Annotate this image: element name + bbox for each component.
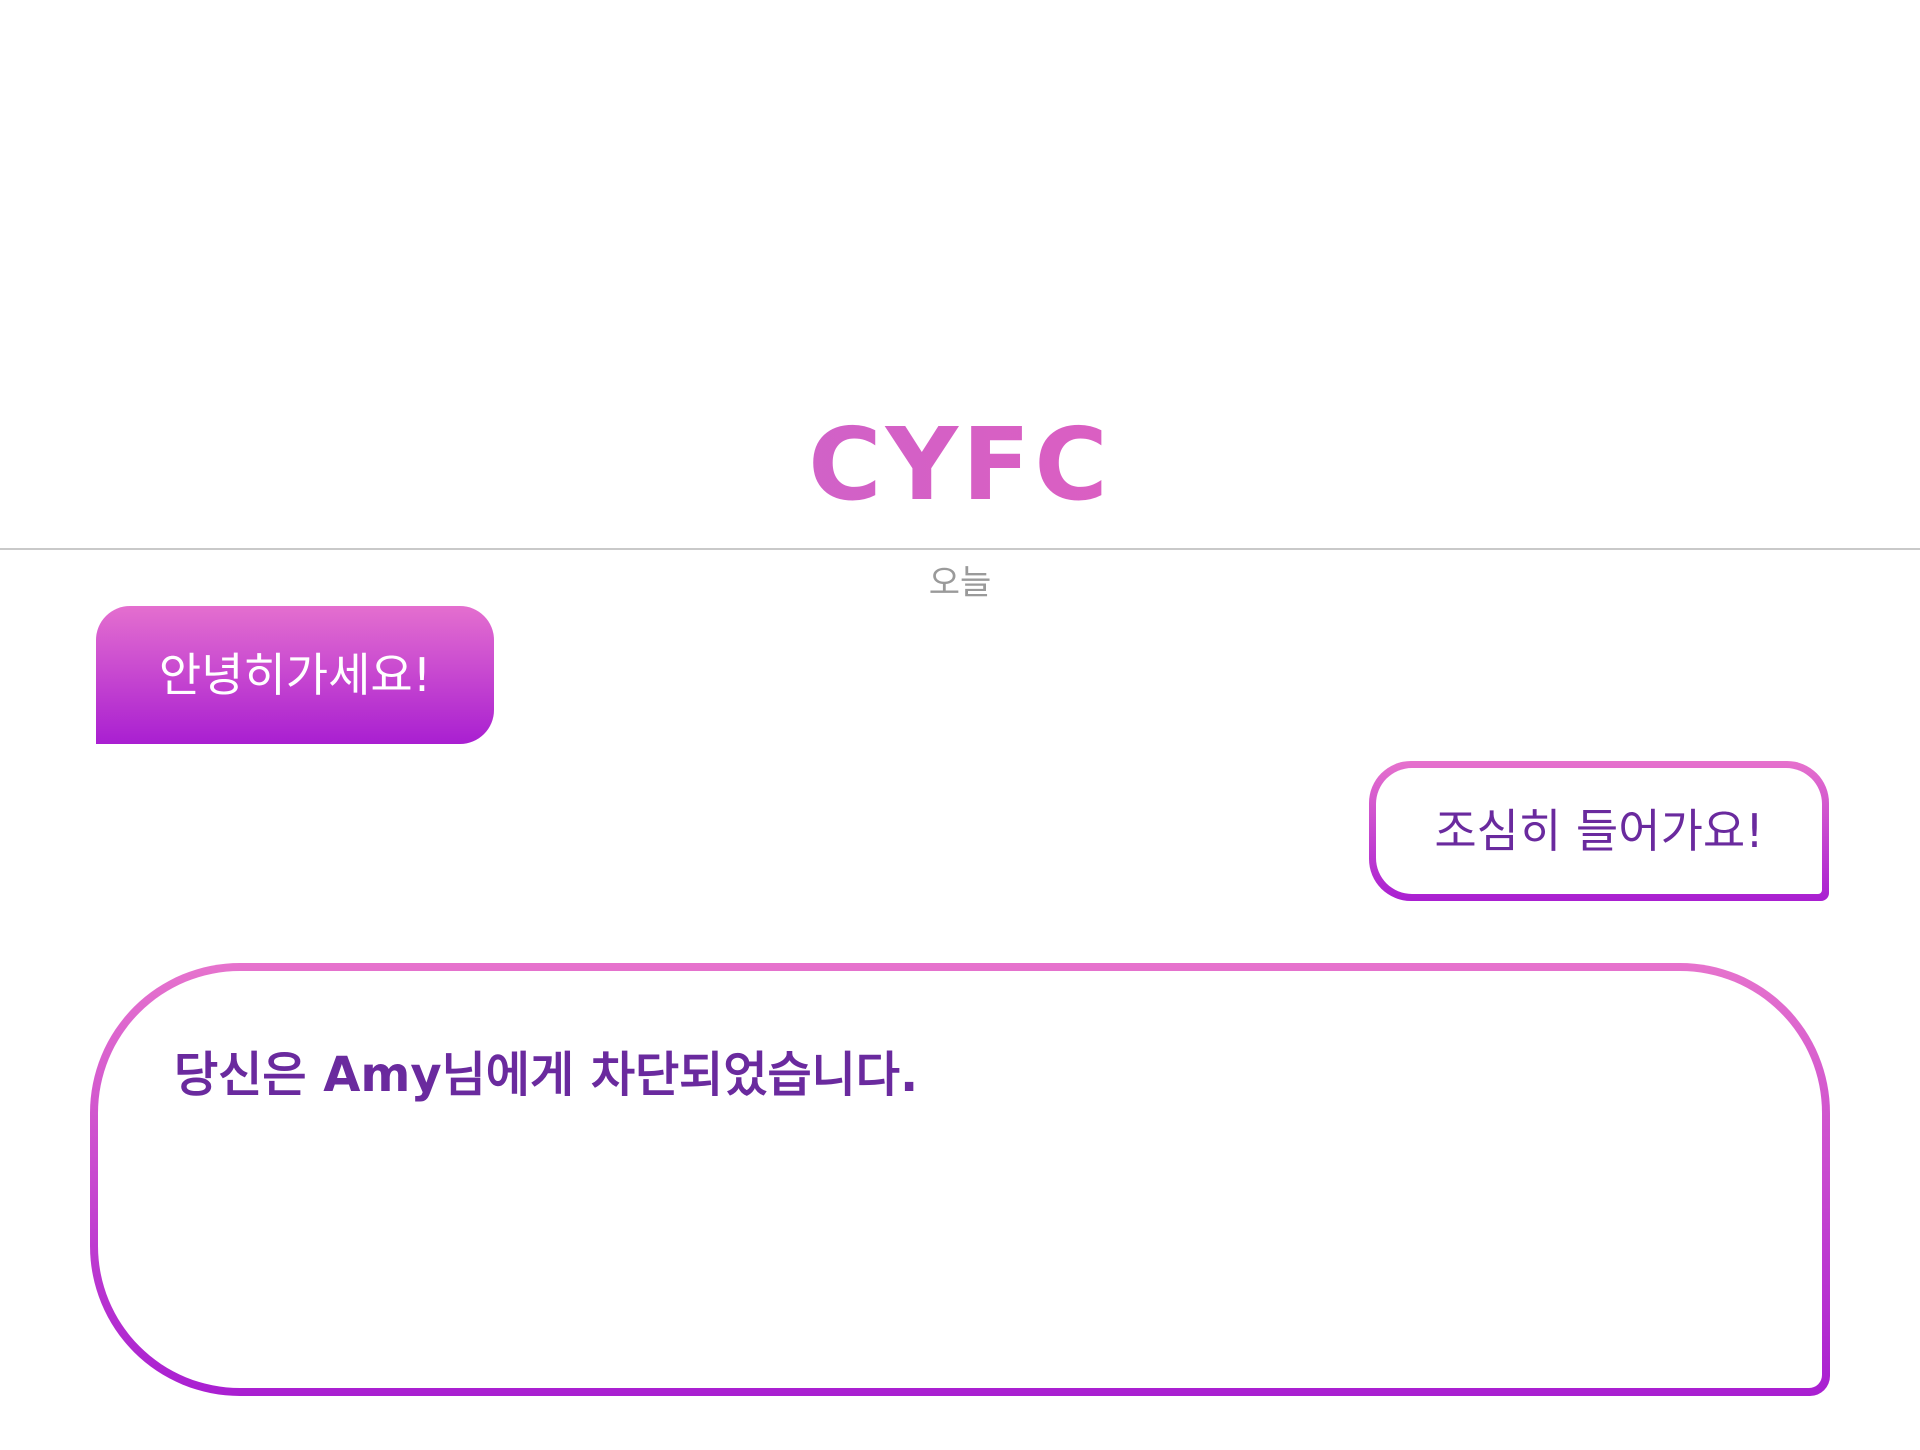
header-divider [0, 548, 1920, 550]
date-separator: 오늘 [928, 563, 992, 603]
sent-message-text: 조심히 들어가요! [1434, 804, 1764, 858]
blocked-notice-box: 당신은 Amy님에게 차단되었습니다. [90, 963, 1830, 1396]
app-logo: CYFC [0, 395, 1920, 535]
received-message-bubble: 안녕히가세요! [96, 606, 494, 744]
chat-screen: CYFC 오늘 안녕히가세요! 조심히 들어가요! 당신은 Amy님에게 차단되… [0, 0, 1920, 1450]
sent-message-inner: 조심히 들어가요! [1376, 768, 1822, 894]
sent-message-bubble: 조심히 들어가요! [1369, 761, 1829, 901]
blocked-notice-inner: 당신은 Amy님에게 차단되었습니다. [98, 971, 1822, 1388]
received-message-text: 안녕히가세요! [158, 648, 432, 702]
blocked-notice-text: 당신은 Amy님에게 차단되었습니다. [174, 1047, 919, 1103]
